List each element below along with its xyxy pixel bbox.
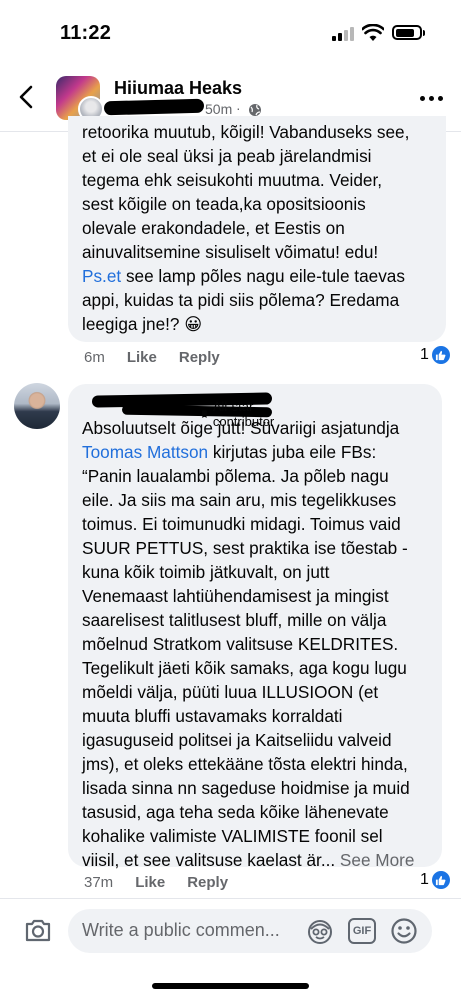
comment-line: kohalike valimiste VALIMISTE foonil sel [82,826,383,846]
more-options-button[interactable] [420,90,444,106]
comment-line: mõelnud Stratkom valitsuse KELDRITES. [82,634,399,654]
like-button[interactable]: Like [135,874,165,891]
comment-line: jms), et oleks ettekääne tõsta elektri h… [82,754,408,774]
camera-icon[interactable] [24,917,52,943]
post-time: 50m [205,101,233,117]
reaction-count: 1 [420,871,429,888]
comment-line: lisada sinna nn sageduse hoidmise ja mui… [82,778,410,798]
reply-button[interactable]: Reply [187,874,228,891]
reaction-summary[interactable]: 1 [420,870,451,890]
comment-actions: 6m Like Reply [84,347,242,367]
group-name[interactable]: Hiiumaa Heaks [114,78,242,99]
comment-line: toimus. Ei toimunudki midagi. Toimus vai… [82,514,401,534]
comment-line: Toomas Mattson kirjutas juba eile FBs: [82,440,434,464]
like-button[interactable]: Like [127,349,157,366]
comment-bubble: retoorika muutub, kõigil! Vabanduseks se… [68,116,446,342]
comment-line: Venemaast lahtiühendamisest ja mingist [82,586,389,606]
comment-actions: 37m Like Reply [84,872,250,892]
comment-line: igasuguseid politsei ja Kaitseliidu valv… [82,730,392,750]
battery-icon [392,25,425,40]
mention-link[interactable]: Toomas Mattson [82,442,208,462]
like-reaction-icon [430,345,451,365]
status-bar: 11:22 [0,0,461,62]
comment-line-rest: kirjutas juba eile FBs: [208,442,377,462]
comment-line: Ps.et see lamp põles nagu eile-tule taev… [82,264,438,288]
comment-link[interactable]: Ps.et [82,266,121,286]
emoji-icon[interactable] [390,917,418,945]
comment-line: Tegelikult jäeti kõik samaks, aga kogu l… [82,658,407,678]
comment-input[interactable]: Write a public commen... GIF [68,909,432,953]
comment-line: tasusid, aga teha seda kõike lähenevate [82,802,389,822]
comment-line: eile. Ja siis ma sain aru, mis tegelikku… [82,490,397,510]
comment-line: Absoluutselt õige jutt! Süvariigi asjatu… [82,418,400,438]
comment-line: SUUR PETTUS, sest praktika ise tõestab - [82,538,408,558]
comment-line: kuna kõik toimib jätkuvalt, on jutt [82,562,330,582]
comment-text: Absoluutselt õige jutt! Süvariigi asjatu… [82,416,434,872]
comment-line: olevale erakondadele, et Eestis on [82,218,345,238]
comment-line-rest: see lamp põles nagu eile-tule taevas [121,266,405,286]
reply-button[interactable]: Reply [179,349,220,366]
comment-line: saarelisest talitlusest bluff, mille on … [82,610,387,630]
reaction-count: 1 [420,346,429,363]
comment-composer: Write a public commen... GIF [0,898,461,1000]
comment-line: et ei ole seal üksi ja peab järelandmisi [82,146,372,166]
comment-line: appi, kuidas ta pidi siis põlema? Eredam… [82,290,400,310]
commenter-avatar[interactable] [14,383,60,429]
meta-separator: · [236,100,241,116]
avatar-sticker-icon[interactable] [306,917,334,945]
comment-line: ainuvalitsemine sisuliselt võimatu! edu! [82,242,379,262]
comment-line: mõeldi välja, püüti luua ILLUSIOON (et [82,682,379,702]
comment-line: viisil, et see valitsuse kaelast är... S… [82,848,434,872]
see-more-link[interactable]: See More [340,850,415,870]
home-indicator [152,983,309,989]
comment-line: “Panin laualambi põlema. Ja põleb nagu [82,466,389,486]
comment-input-placeholder: Write a public commen... [82,920,280,940]
comment-time: 37m [84,873,114,891]
redacted-author-name [103,98,205,116]
globe-icon [249,104,261,116]
back-arrow-icon[interactable] [14,84,40,110]
comment-line: muuta bluffi ustavamaks korraldati [82,706,343,726]
gif-button[interactable]: GIF [348,918,376,944]
comment-line: tegema ehk seisukohti muutma. Veider, [82,170,382,190]
wifi-icon [362,24,384,41]
comment-time: 6m [84,348,105,366]
comment-bubble: All-star contributor Absoluutselt õige j… [68,384,442,870]
like-reaction-icon [430,870,451,890]
comment-line: retoorika muutub, kõigil! Vabanduseks se… [82,122,410,142]
reaction-summary[interactable]: 1 [420,345,451,365]
status-time: 11:22 [60,22,112,44]
comment-line: leegiga jne!? 😀 [82,314,203,334]
comment-text: retoorika muutub, kõigil! Vabanduseks se… [82,120,438,336]
comment-line-truncated: viisil, et see valitsuse kaelast är... [82,850,340,870]
cellular-signal-icon [332,27,354,41]
comment-line: sest kõigile on teada,ka opositsioonis [82,194,366,214]
